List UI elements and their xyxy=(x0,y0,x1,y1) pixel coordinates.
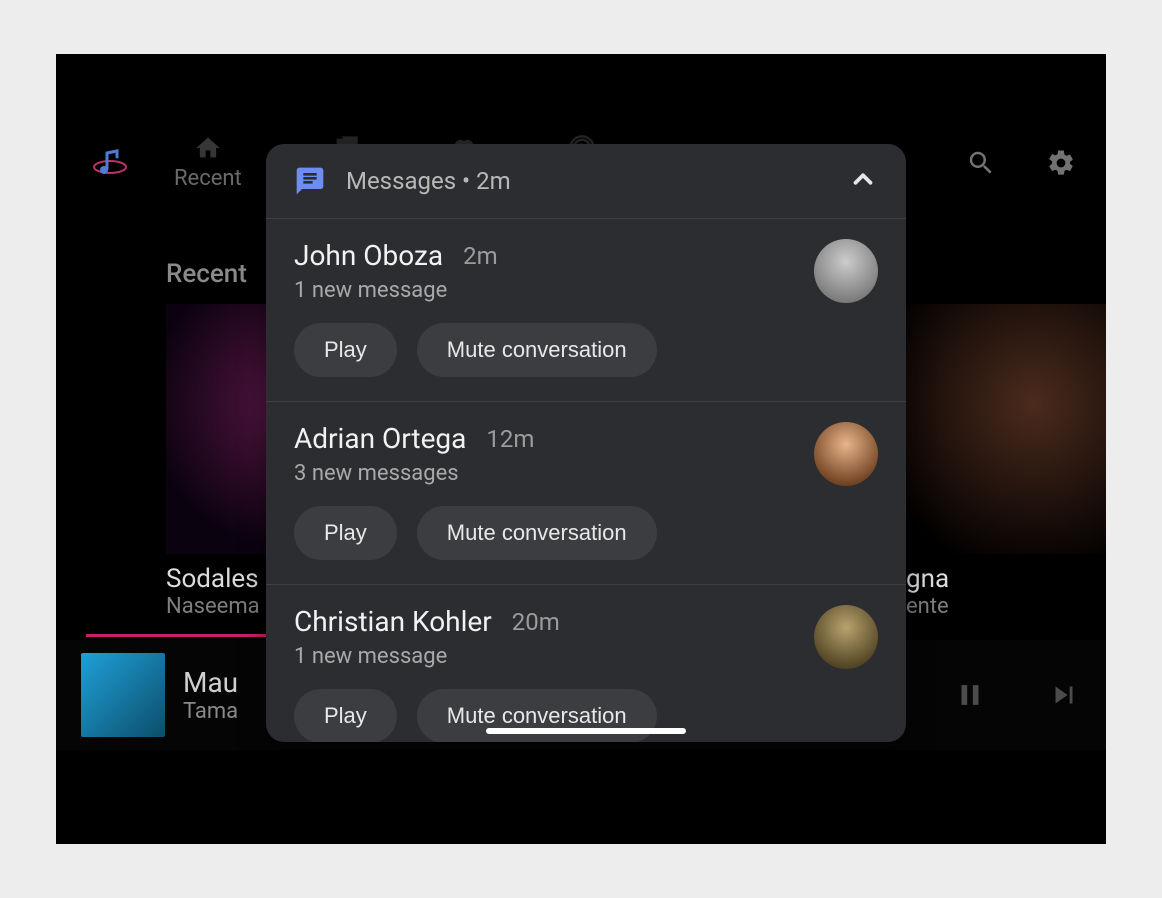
section-title: Recent xyxy=(166,259,247,289)
mute-button[interactable]: Mute conversation xyxy=(417,689,657,742)
message-time: 20m xyxy=(512,608,560,636)
message-time: 12m xyxy=(486,425,534,453)
now-playing-title: Mau xyxy=(183,666,238,699)
pause-icon[interactable] xyxy=(953,678,987,712)
play-button[interactable]: Play xyxy=(294,689,397,742)
mute-button[interactable]: Mute conversation xyxy=(417,323,657,377)
skip-next-icon[interactable] xyxy=(1047,678,1081,712)
message-preview: 1 new message xyxy=(294,644,878,669)
message-item[interactable]: Adrian Ortega 12m 3 new messages Play Mu… xyxy=(266,402,906,585)
chevron-up-icon[interactable] xyxy=(848,164,878,198)
message-item[interactable]: John Oboza 2m 1 new message Play Mute co… xyxy=(266,219,906,402)
app-frame: Recent Recent Sodales Naseema gna xyxy=(56,54,1106,844)
play-button[interactable]: Play xyxy=(294,323,397,377)
avatar xyxy=(814,422,878,486)
avatar xyxy=(814,239,878,303)
home-icon xyxy=(194,134,222,162)
card-subtitle: ente xyxy=(906,594,1106,619)
play-button[interactable]: Play xyxy=(294,506,397,560)
album-art xyxy=(906,304,1106,554)
message-item[interactable]: Christian Kohler 20m 1 new message Play … xyxy=(266,585,906,742)
search-icon[interactable] xyxy=(966,148,996,178)
panel-title: Messages • 2m xyxy=(346,167,828,195)
now-playing-subtitle: Tama xyxy=(183,699,238,724)
mute-button[interactable]: Mute conversation xyxy=(417,506,657,560)
notification-panel: Messages • 2m John Oboza 2m 1 new messag… xyxy=(266,144,906,742)
card[interactable]: gna ente xyxy=(906,304,1106,619)
drag-handle[interactable] xyxy=(486,728,686,734)
gear-icon[interactable] xyxy=(1046,148,1076,178)
panel-header: Messages • 2m xyxy=(266,144,906,219)
chat-icon xyxy=(294,165,326,197)
message-sender: John Oboza xyxy=(294,239,443,272)
now-playing-art[interactable] xyxy=(81,653,165,737)
app-logo xyxy=(86,139,134,187)
message-time: 2m xyxy=(463,242,498,270)
card-title: gna xyxy=(906,564,1106,594)
tab-label: Recent xyxy=(174,166,242,191)
tab-recent[interactable]: Recent xyxy=(174,134,242,191)
message-preview: 1 new message xyxy=(294,278,878,303)
message-sender: Christian Kohler xyxy=(294,605,492,638)
message-sender: Adrian Ortega xyxy=(294,422,466,455)
avatar xyxy=(814,605,878,669)
panel-body[interactable]: John Oboza 2m 1 new message Play Mute co… xyxy=(266,219,906,742)
message-preview: 3 new messages xyxy=(294,461,878,486)
